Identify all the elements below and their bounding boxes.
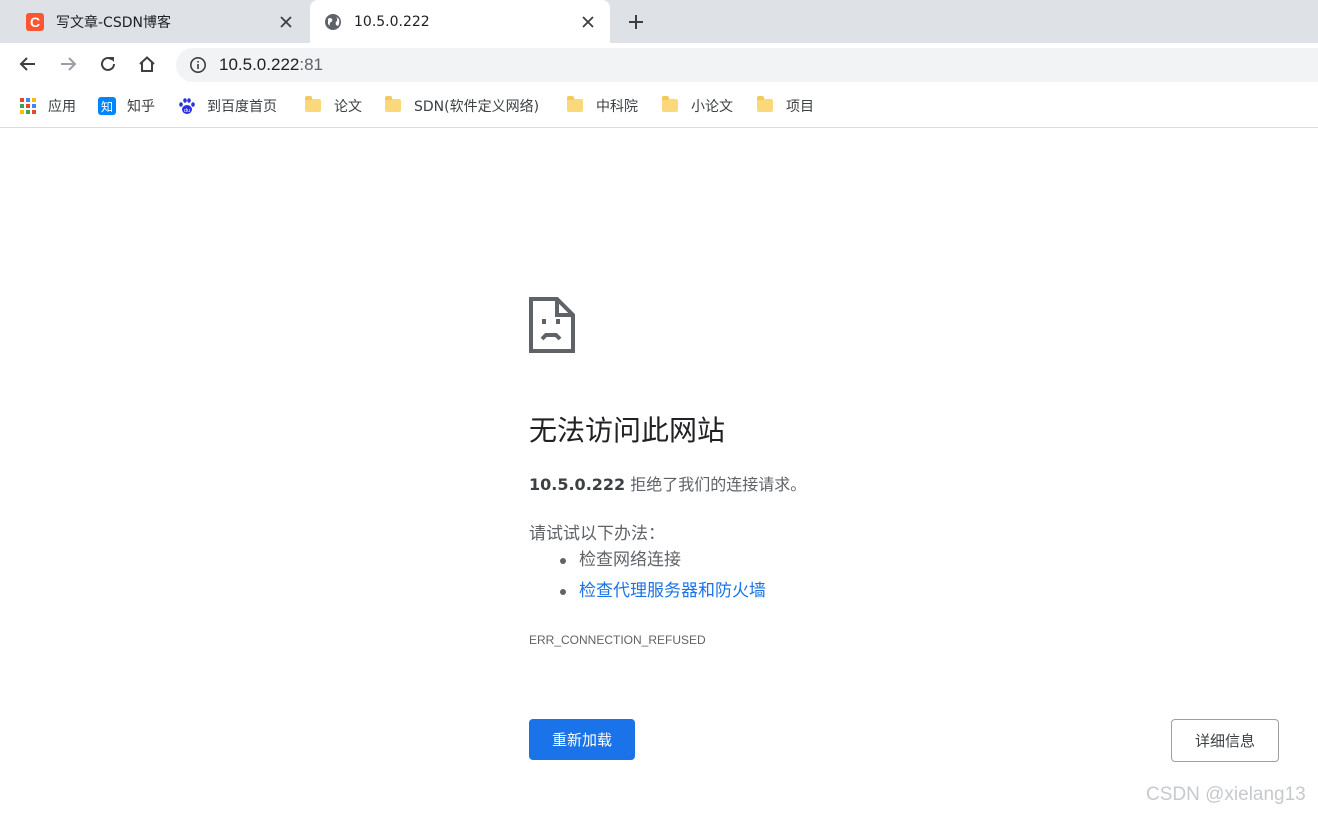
tab-title: 写文章-CSDN博客 [56, 14, 171, 31]
zhihu-icon: 知 [98, 97, 116, 115]
arrow-right-icon [61, 57, 77, 71]
bookmark-label: 小论文 [691, 99, 733, 115]
suggestions-title: 请试试以下办法： [529, 524, 665, 544]
error-code: ERR_CONNECTION_REFUSED [529, 633, 706, 647]
bookmarks-bar: 应用 知 知乎 du 到百度首页 论文 SDN(软件定义网络) 中科院 小论文 … [0, 86, 1318, 128]
bookmark-apps[interactable]: 应用 [19, 96, 76, 116]
bookmark-label: 应用 [48, 99, 76, 115]
baidu-paw-icon: du [179, 98, 195, 114]
address-bar[interactable]: 10.5.0.222:81 [176, 48, 1318, 82]
close-icon[interactable] [276, 12, 296, 32]
error-host: 10.5.0.222 [529, 475, 626, 494]
bookmark-baidu[interactable]: du 到百度首页 [178, 96, 277, 116]
plus-icon [629, 15, 643, 29]
info-icon[interactable] [189, 56, 207, 74]
suggestion-check-network: 检查网络连接 [560, 547, 766, 578]
bookmark-label: 论文 [334, 99, 362, 115]
home-icon [139, 56, 155, 72]
tab-title: 10.5.0.222 [354, 13, 430, 30]
bookmark-folder-lunwen[interactable]: 论文 [305, 96, 362, 116]
sad-document-icon [529, 297, 575, 353]
folder-icon [757, 96, 775, 115]
tab-strip: C 写文章-CSDN博客 10.5.0.222 [0, 0, 1318, 43]
new-tab-button[interactable] [622, 9, 650, 35]
csdn-logo: C [26, 12, 44, 31]
error-message-text: 拒绝了我们的连接请求。 [630, 475, 807, 494]
bookmark-folder-xiaolunwen[interactable]: 小论文 [662, 96, 733, 116]
tab-active-page[interactable]: 10.5.0.222 [310, 0, 610, 43]
back-button[interactable] [13, 49, 43, 79]
tab-csdn[interactable]: C 写文章-CSDN博客 [12, 0, 308, 43]
bookmark-folder-sdn[interactable]: SDN(软件定义网络) [385, 96, 539, 116]
folder-icon [385, 96, 403, 115]
bookmark-folder-xiangmu[interactable]: 项目 [757, 96, 814, 116]
forward-button[interactable] [53, 49, 83, 79]
apps-grid-icon [20, 98, 36, 114]
bookmark-label: 知乎 [127, 99, 155, 115]
close-icon[interactable] [578, 12, 598, 32]
url-text: 10.5.0.222:81 [219, 55, 323, 75]
bookmark-folder-zhongkeyuan[interactable]: 中科院 [567, 96, 638, 116]
url-port: :81 [299, 55, 323, 74]
url-host: 10.5.0.222 [219, 55, 300, 74]
bookmark-label: 到百度首页 [207, 99, 277, 115]
csdn-watermark: CSDN @xielang13 [1146, 784, 1306, 805]
error-heading: 无法访问此网站 [529, 414, 726, 447]
bookmark-label: SDN(软件定义网络) [414, 99, 540, 115]
svg-text:du: du [184, 108, 190, 114]
refresh-icon [101, 56, 115, 71]
error-message: 10.5.0.222 拒绝了我们的连接请求。 [529, 471, 806, 495]
reload-button[interactable] [93, 49, 123, 79]
toolbar: 10.5.0.222:81 [0, 43, 1318, 86]
folder-icon [567, 96, 585, 115]
suggestion-check-proxy-link[interactable]: 检查代理服务器和防火墙 [560, 578, 766, 609]
details-button[interactable]: 详细信息 [1171, 719, 1279, 762]
home-button[interactable] [132, 49, 162, 79]
globe-icon [324, 13, 342, 31]
suggestions-list: 检查网络连接 检查代理服务器和防火墙 [560, 547, 766, 609]
reload-page-button[interactable]: 重新加载 [529, 719, 635, 760]
folder-icon [305, 96, 323, 115]
arrow-left-icon [19, 57, 35, 71]
folder-icon [662, 96, 680, 115]
bookmark-label: 中科院 [596, 99, 638, 115]
bookmark-zhihu[interactable]: 知 知乎 [98, 96, 155, 116]
error-page: 无法访问此网站 10.5.0.222 拒绝了我们的连接请求。 请试试以下办法： … [0, 129, 1318, 815]
bookmark-label: 项目 [786, 99, 814, 115]
